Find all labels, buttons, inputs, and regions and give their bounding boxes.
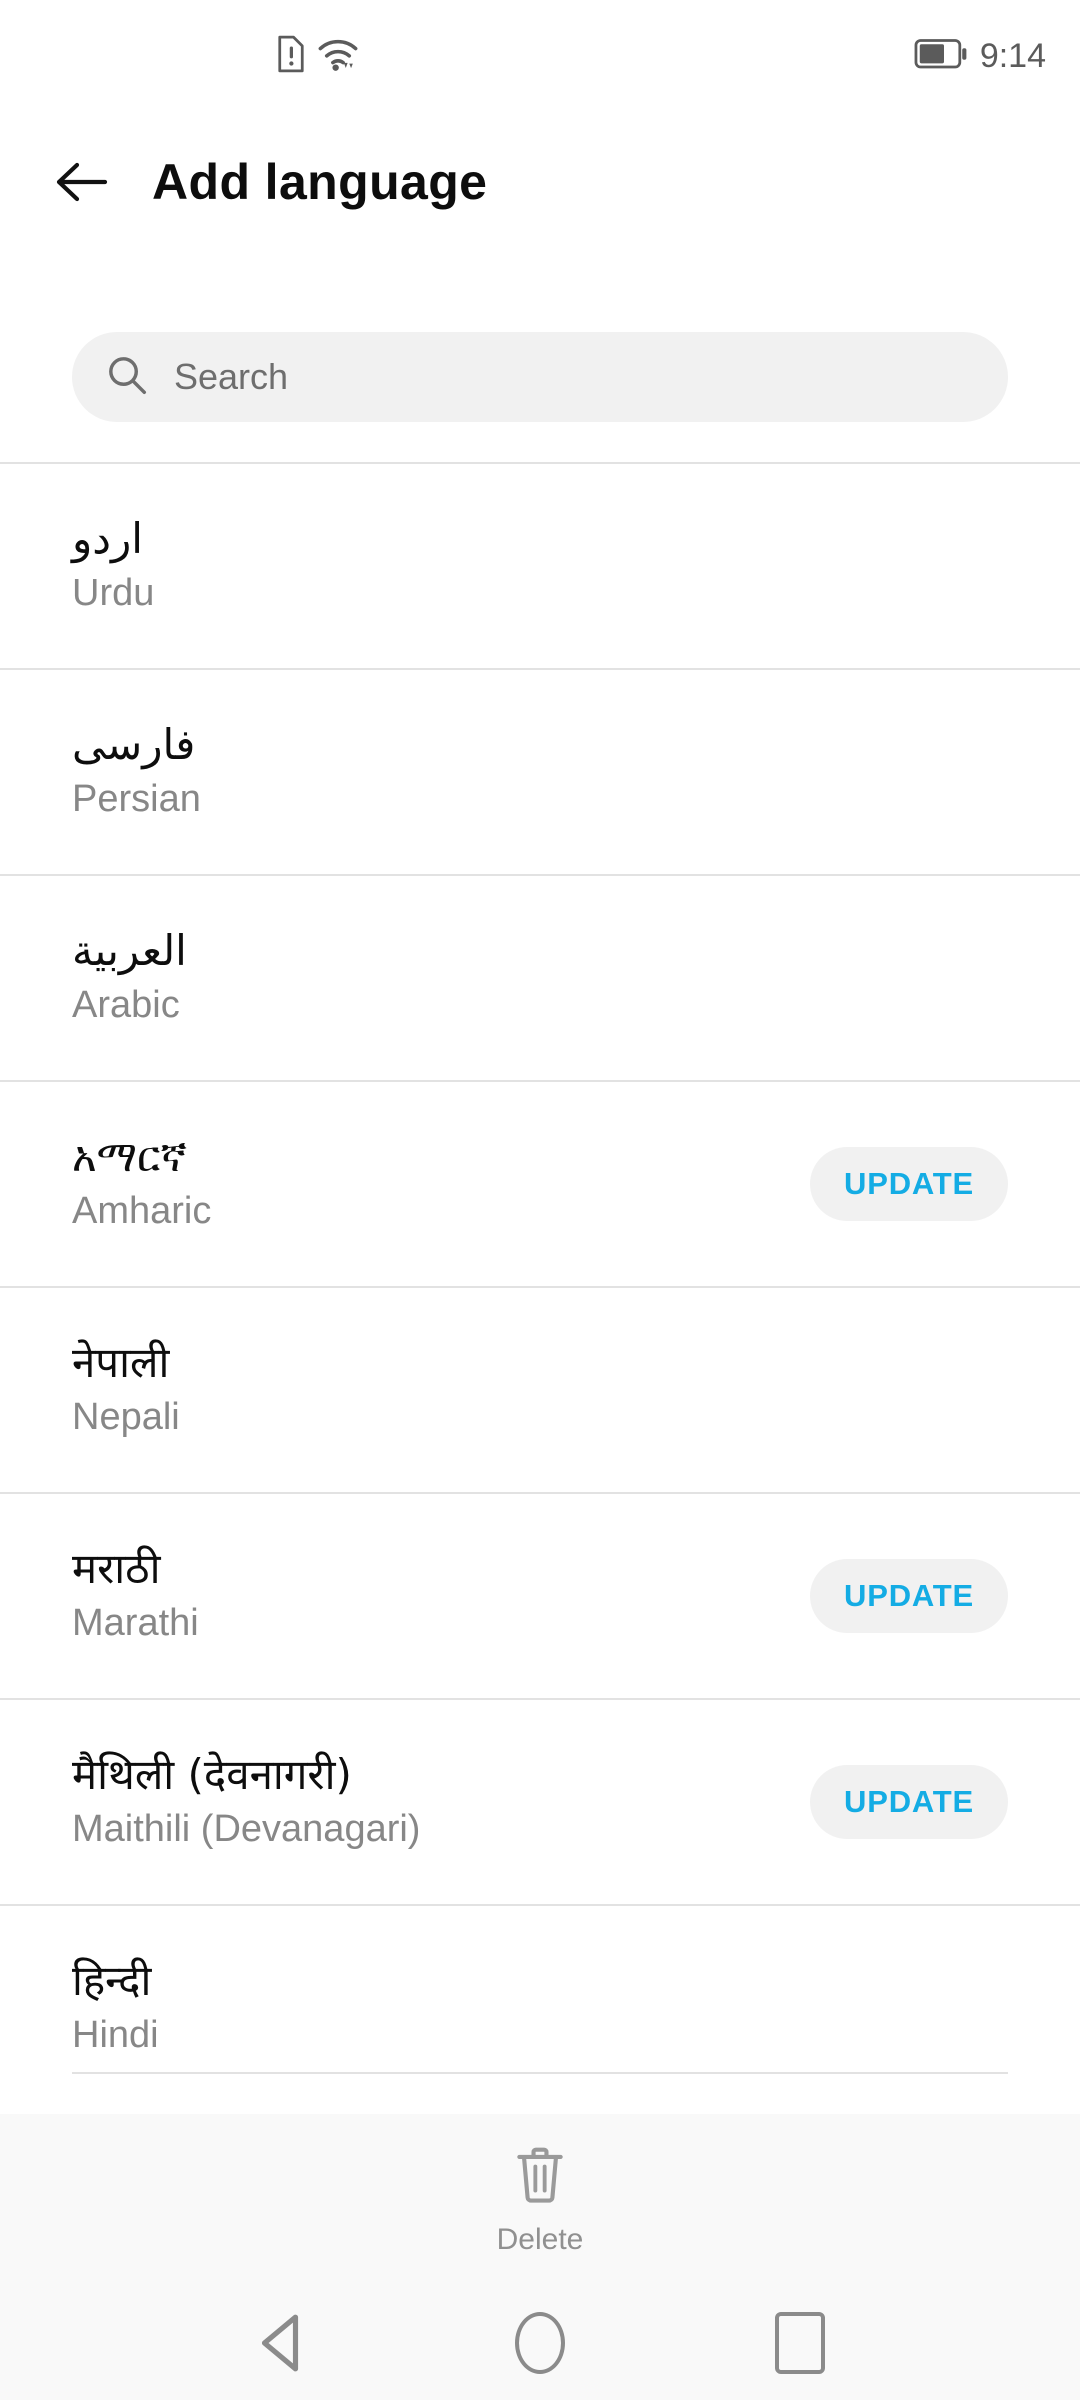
search-input[interactable]: Search <box>72 332 1008 422</box>
language-native-name: मराठी <box>72 1544 161 1594</box>
language-row[interactable]: नेपाली Nepali <box>0 1286 1080 1492</box>
back-triangle-icon <box>261 2314 299 2372</box>
language-row[interactable]: العربية Arabic <box>0 874 1080 1080</box>
back-button[interactable] <box>42 143 120 221</box>
language-row[interactable]: मराठी Marathi UPDATE <box>0 1492 1080 1698</box>
status-bar-left-icons <box>276 0 358 112</box>
language-list: اردو Urdu فارسی Persian العربية Arabic አማርኛ Amh… <box>0 462 1080 2110</box>
language-native-name: አማርኛ <box>72 1132 187 1182</box>
language-english-name: Arabic <box>72 984 180 1027</box>
language-row[interactable]: فارسی Persian <box>0 668 1080 874</box>
app-header: Add language <box>0 112 1080 252</box>
nav-recents-button[interactable] <box>745 2286 855 2400</box>
language-english-name: Nepali <box>72 1396 180 1439</box>
phone-screen: 9:14 Add language Search اردو Urdu فارسی Pe… <box>0 0 1080 2400</box>
recents-square-icon <box>775 2312 825 2374</box>
list-bottom-divider <box>72 2072 1008 2074</box>
battery-icon <box>914 38 968 74</box>
language-labels: मैथिली (देवनागरी) Maithili (Devanagari) <box>72 1750 420 1854</box>
back-arrow-icon <box>56 162 108 202</box>
bottom-action-bar: Delete <box>0 2114 1080 2286</box>
language-row[interactable]: አማርኛ Amharic UPDATE <box>0 1080 1080 1286</box>
wifi-icon <box>318 36 358 77</box>
status-bar-clock: 9:14 <box>979 36 1046 75</box>
delete-button[interactable]: Delete <box>496 2144 584 2257</box>
nav-back-button[interactable] <box>225 2286 335 2400</box>
language-labels: العربية Arabic <box>72 926 187 1030</box>
status-bar: 9:14 <box>0 0 1080 112</box>
trash-icon <box>511 2144 569 2211</box>
language-english-name: Amharic <box>72 1190 212 1233</box>
language-native-name: नेपाली <box>72 1338 170 1388</box>
language-labels: नेपाली Nepali <box>72 1338 180 1442</box>
language-row[interactable]: हिन्दी Hindi <box>0 1904 1080 2110</box>
delete-label: Delete <box>496 2222 584 2256</box>
language-labels: मराठी Marathi <box>72 1544 199 1648</box>
language-labels: اردو Urdu <box>72 514 154 618</box>
language-row[interactable]: اردو Urdu <box>0 462 1080 668</box>
language-english-name: Hindi <box>72 2014 159 2057</box>
home-circle-icon <box>515 2312 565 2374</box>
update-button[interactable]: UPDATE <box>810 1559 1008 1633</box>
update-button[interactable]: UPDATE <box>810 1147 1008 1221</box>
language-native-name: मैथिली (देवनागरी) <box>72 1750 352 1800</box>
search-icon <box>106 354 148 401</box>
language-native-name: فارسی <box>72 720 196 770</box>
sim-card-alert-icon <box>276 35 306 78</box>
language-native-name: اردو <box>72 514 143 564</box>
language-english-name: Urdu <box>72 572 155 615</box>
system-nav-bar <box>0 2286 1080 2400</box>
language-english-name: Persian <box>72 778 201 821</box>
language-english-name: Marathi <box>72 1602 199 1645</box>
language-english-name: Maithili (Devanagari) <box>72 1808 421 1851</box>
language-labels: አማርኛ Amharic <box>72 1132 211 1236</box>
language-native-name: हिन्दी <box>72 1956 152 2006</box>
language-row[interactable]: मैथिली (देवनागरी) Maithili (Devanagari) UP… <box>0 1698 1080 1904</box>
page-title: Add language <box>152 154 488 210</box>
search-bar[interactable]: Search <box>72 332 1008 422</box>
nav-home-button[interactable] <box>485 2286 595 2400</box>
language-labels: हिन्दी Hindi <box>72 1956 159 2060</box>
search-placeholder: Search <box>174 356 289 397</box>
language-labels: فارسی Persian <box>72 720 201 824</box>
language-native-name: العربية <box>72 926 187 976</box>
update-button[interactable]: UPDATE <box>810 1765 1008 1839</box>
status-bar-right: 9:14 <box>914 0 1046 112</box>
